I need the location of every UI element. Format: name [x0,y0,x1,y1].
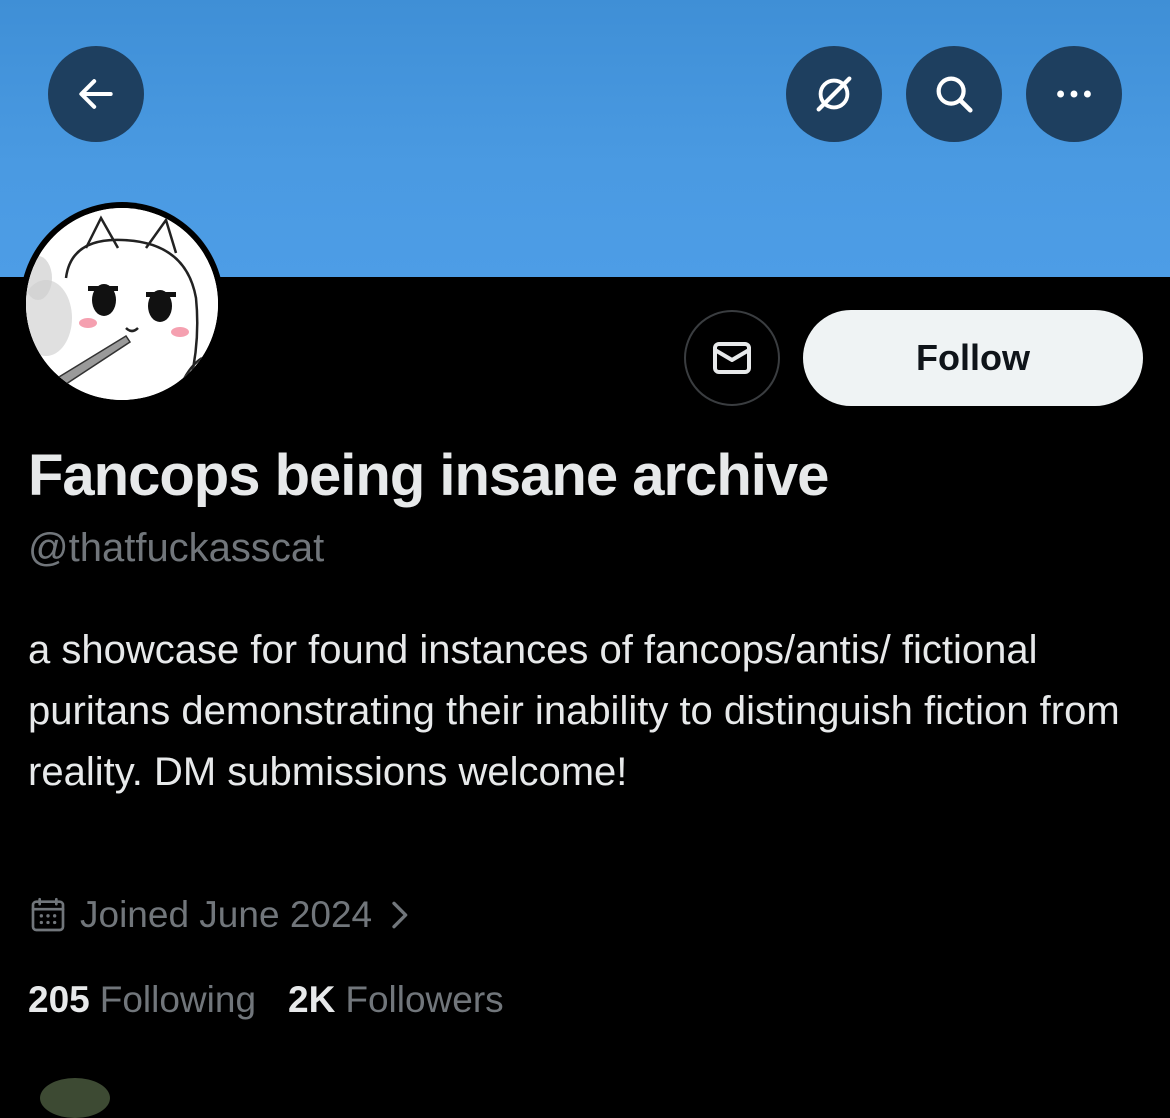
envelope-icon [713,342,751,374]
more-button[interactable] [1026,46,1122,142]
following-count: 205 [28,979,90,1020]
chevron-right-icon [384,895,414,935]
follow-button[interactable]: Follow [803,310,1143,406]
profile-bio: a showcase for found instances of fancop… [28,628,1120,794]
search-icon [936,76,973,113]
back-button[interactable] [48,46,144,142]
grok-button[interactable] [786,46,882,142]
user-handle: @thatfuckasscat [28,526,325,570]
arrow-left-icon [79,79,113,109]
grok-icon [816,76,852,112]
followed-by-avatar [40,1078,110,1118]
joined-text: Joined June 2024 [80,894,373,935]
display-name: Fancops being insane archive [28,443,829,508]
search-button[interactable] [906,46,1002,142]
followers-count: 2K [288,979,336,1020]
message-button[interactable] [684,310,780,406]
calendar-icon [28,895,68,935]
avatar-image [26,208,218,400]
more-horizontal-icon [1057,90,1091,98]
following-link[interactable]: 205 Following [28,979,256,1021]
follow-stats: 205 Following 2K Followers [28,975,536,1025]
followers-label: Followers [345,979,504,1020]
joined-date[interactable]: Joined June 2024 [28,890,414,940]
followers-link[interactable]: 2K Followers [288,979,504,1021]
following-label: Following [99,979,257,1020]
avatar[interactable] [20,202,224,406]
